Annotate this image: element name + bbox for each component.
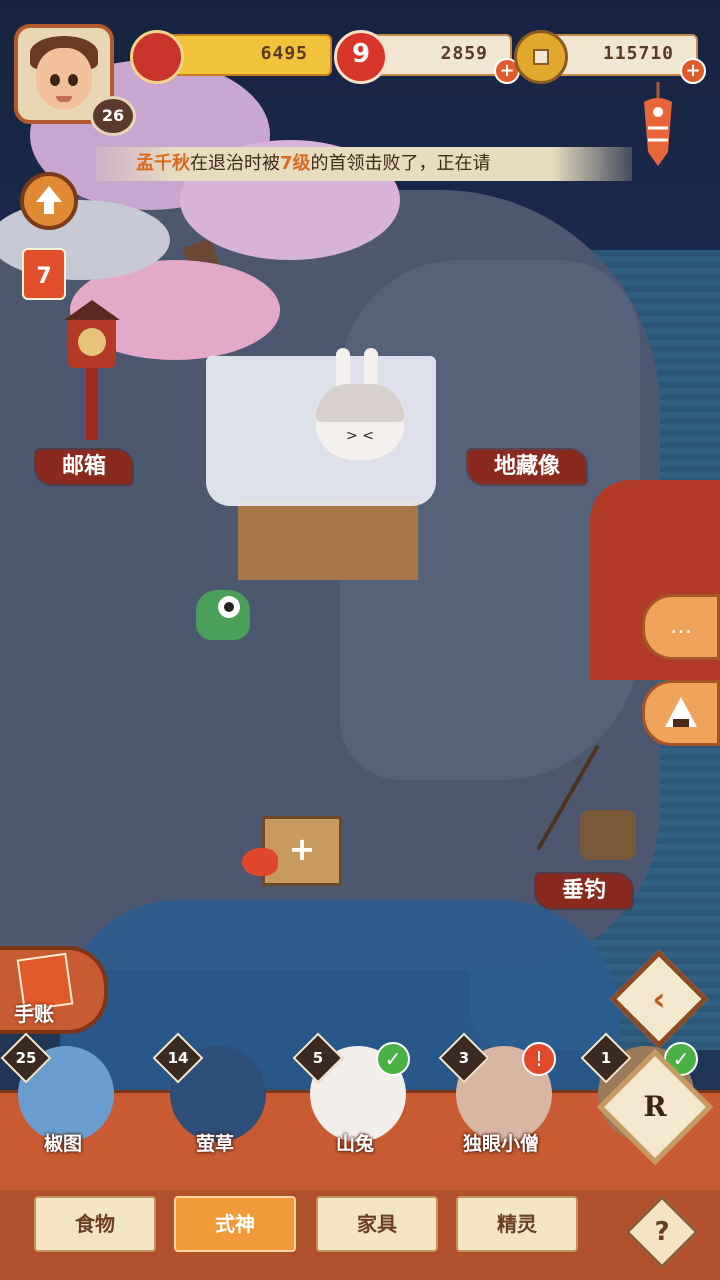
- mailbox-label[interactable]: 邮箱: [36, 450, 133, 484]
- character-name: 椒图: [43, 1133, 82, 1155]
- tab-food[interactable]: 食物: [34, 1196, 156, 1252]
- journal-button[interactable]: 手账: [0, 946, 108, 1034]
- notice-ticker: 孟千秋在退治时被7级的首领击败了，正在请: [96, 147, 632, 181]
- gem-value: 2859: [440, 43, 488, 64]
- coin-value: 115710: [602, 43, 674, 64]
- alert-icon: !: [522, 1042, 556, 1076]
- jizo-label[interactable]: 地藏像: [468, 450, 587, 484]
- chat-button[interactable]: …: [642, 594, 720, 660]
- notice-player-name: 孟千秋: [136, 153, 190, 174]
- notice-text: 的首领击败了，正在请: [310, 153, 491, 174]
- player-level-badge: 26: [90, 96, 136, 136]
- goldfish: [242, 848, 278, 876]
- tab-furniture[interactable]: 家具: [316, 1196, 438, 1252]
- r-label: R: [643, 1090, 667, 1123]
- character-name: 独眼小僧: [462, 1133, 539, 1155]
- tab-spirits[interactable]: 精灵: [456, 1196, 578, 1252]
- journal-label: 手账: [14, 1002, 54, 1026]
- notice-text: 在退治时被: [190, 153, 280, 174]
- coin-icon: [514, 30, 568, 84]
- gem-counter[interactable]: 9 2859 +: [334, 30, 520, 84]
- character-card[interactable]: 25 椒图: [0, 1032, 118, 1170]
- coin-counter[interactable]: 115710 +: [514, 30, 706, 84]
- gold-value: 6495: [260, 43, 308, 64]
- stall-base: [238, 500, 418, 580]
- check-icon: ✓: [376, 1042, 410, 1076]
- add-coins-button[interactable]: +: [680, 58, 706, 84]
- gold-counter[interactable]: 6495: [130, 30, 332, 84]
- mailbox[interactable]: [64, 300, 120, 440]
- upgrade-button[interactable]: [20, 172, 78, 230]
- yamausagi-npc[interactable]: > <: [316, 384, 404, 460]
- calendar-button[interactable]: 7: [22, 248, 66, 300]
- character-name: 山兔: [335, 1133, 374, 1155]
- onigiri-icon: [665, 697, 697, 727]
- fishing-basket: [580, 810, 636, 860]
- koi-streamer-icon[interactable]: [638, 82, 678, 168]
- character-card[interactable]: 14 萤草: [152, 1032, 270, 1170]
- notice-boss-level: 7级: [280, 153, 311, 174]
- plum-flower-icon: [130, 30, 184, 84]
- tab-shikigami[interactable]: 式神: [174, 1196, 296, 1252]
- character-name: 萤草: [195, 1133, 234, 1155]
- frog-npc[interactable]: [196, 590, 250, 640]
- onigiri-button[interactable]: [642, 680, 720, 746]
- character-card[interactable]: 3 ! 独眼小僧: [438, 1032, 556, 1170]
- question-icon: ?: [654, 1217, 670, 1247]
- character-card[interactable]: 5 ✓ 山兔: [292, 1032, 410, 1170]
- arrow-up-icon: [36, 186, 62, 214]
- fishing-label[interactable]: 垂钓: [536, 874, 633, 908]
- chevron-left-icon: ‹: [652, 980, 666, 1018]
- magatama-icon: 9: [334, 30, 388, 84]
